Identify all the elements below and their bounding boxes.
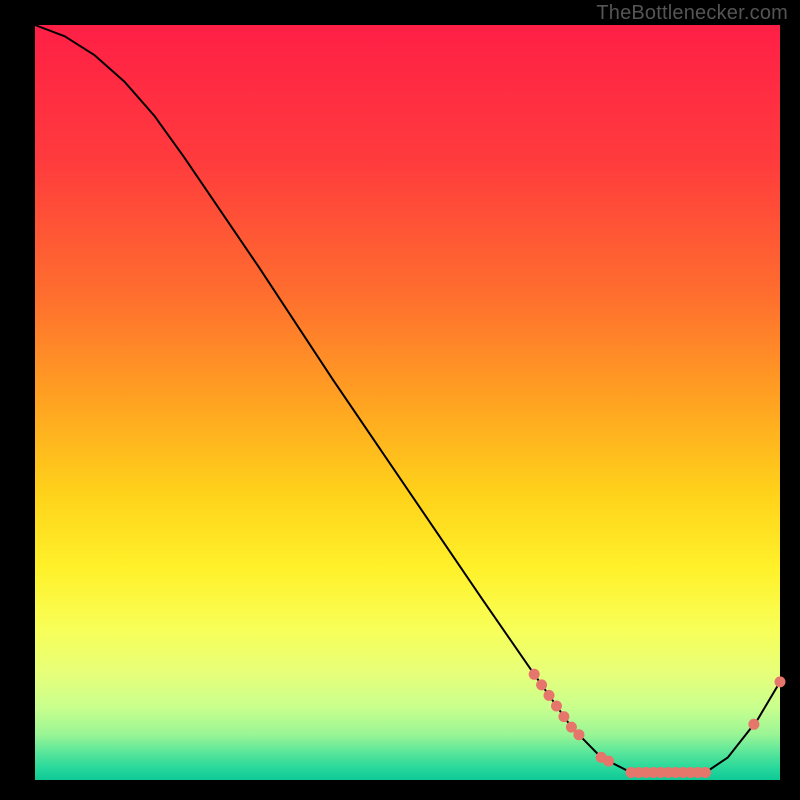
attribution-text: TheBottlenecker.com	[596, 2, 788, 25]
curve-marker	[603, 756, 614, 767]
curve-marker	[551, 701, 562, 712]
curve-marker	[775, 676, 786, 687]
chart-frame: { "attribution": "TheBottlenecker.com", …	[0, 0, 800, 800]
curve-marker	[700, 767, 711, 778]
curve-marker	[573, 729, 584, 740]
curve-marker	[529, 669, 540, 680]
curve-marker	[536, 679, 547, 690]
plot-background	[35, 25, 780, 780]
curve-marker	[544, 690, 555, 701]
bottleneck-chart	[0, 0, 800, 800]
curve-marker	[748, 719, 759, 730]
curve-marker	[558, 711, 569, 722]
